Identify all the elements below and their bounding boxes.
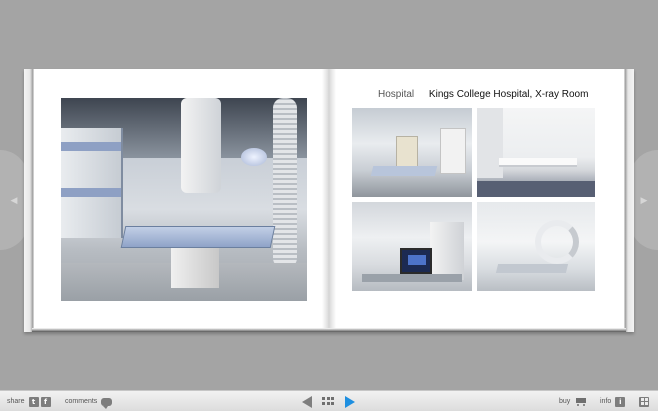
buy-button[interactable]: buy (559, 391, 587, 411)
room-photo-3 (352, 202, 472, 291)
chevron-left-icon: ◀ (10, 194, 18, 205)
book-viewer: ◀ ▶ Hospital Kings College Hospital, X-r… (0, 0, 658, 390)
fullscreen-grid-icon (639, 396, 649, 407)
book-spine (322, 69, 336, 328)
room-photo-1 (352, 108, 472, 197)
chevron-right-icon: ▶ (640, 194, 648, 205)
comments-button[interactable]: comments (65, 391, 113, 411)
fullscreen-button[interactable] (639, 391, 649, 411)
facebook-icon[interactable]: f (40, 396, 51, 407)
prev-page-icon (302, 395, 312, 408)
category-label: Hospital (378, 89, 415, 100)
prev-page-button[interactable] (302, 391, 312, 411)
buy-label: buy (559, 398, 571, 405)
thumbnails-button[interactable] (322, 391, 334, 411)
next-page-side-button[interactable]: ▶ (630, 150, 658, 250)
comment-bubble-icon (101, 397, 113, 409)
twitter-icon[interactable]: t (28, 396, 39, 407)
book-left-edge (24, 69, 34, 332)
thumbnails-grid-icon (322, 397, 334, 406)
info-button[interactable]: info i (600, 391, 627, 411)
next-page-icon (345, 395, 355, 408)
share-group: share t f (7, 391, 53, 411)
main-room-photo (61, 98, 307, 301)
photo-book-spread[interactable]: Hospital Kings College Hospital, X-ray R… (24, 69, 634, 332)
book-right-edge (624, 69, 634, 332)
room-photo-2 (477, 108, 595, 197)
cart-icon (574, 397, 587, 406)
info-icon: i (615, 396, 626, 407)
info-label: info (600, 398, 612, 405)
bottom-toolbar: share t f comments buy info i (0, 390, 658, 411)
next-page-button[interactable] (345, 391, 355, 411)
share-label: share (7, 398, 25, 405)
room-title: Kings College Hospital, X-ray Room (428, 89, 589, 100)
comments-label: comments (65, 398, 98, 405)
room-photo-4 (477, 202, 595, 291)
spread-title: Hospital Kings College Hospital, X-ray R… (378, 89, 588, 100)
book-bottom-edge (32, 328, 626, 332)
